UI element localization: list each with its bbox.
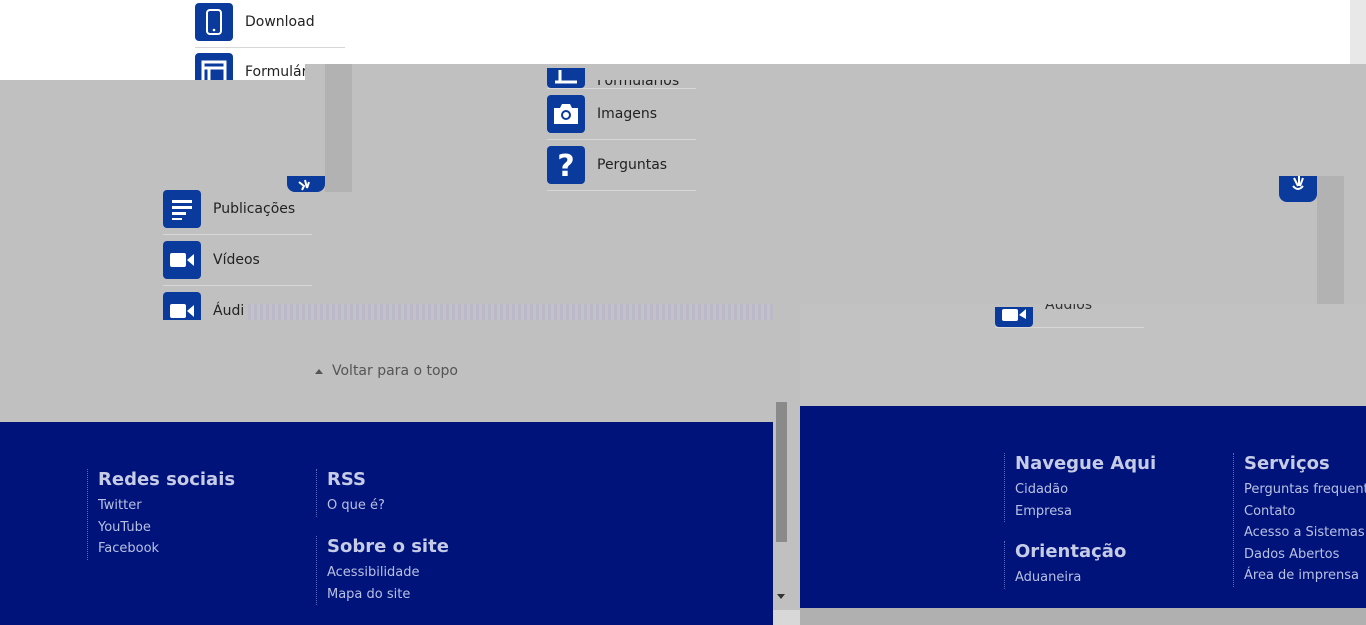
- footer-link-empresa[interactable]: Empresa: [1015, 501, 1156, 523]
- overlay-column: [325, 64, 352, 192]
- glitch-stripe: [248, 304, 773, 320]
- menu-item-download[interactable]: Download: [195, 0, 345, 48]
- footer-link-acessibilidade[interactable]: Acessibilidade: [327, 562, 449, 584]
- footer-left: Redes sociais Twitter YouTube Facebook R…: [0, 422, 773, 625]
- footer-link-facebook[interactable]: Facebook: [98, 538, 235, 560]
- menu-item-label: Publicações: [213, 201, 296, 217]
- footer-link-perguntas-frequentes[interactable]: Perguntas frequentes: [1244, 479, 1366, 501]
- bottom-strip: [800, 608, 1366, 625]
- footer-orientacao: Orientação Aduaneira: [1004, 541, 1126, 589]
- back-to-top-bar: Voltar para o topo: [0, 320, 773, 422]
- bottom-strip-corner: [773, 610, 800, 625]
- overlay-column-right: [1317, 176, 1344, 304]
- footer-link-o-que-e[interactable]: O que é?: [327, 495, 385, 517]
- footer-rss: RSS O que é?: [316, 469, 385, 517]
- document-icon: [163, 190, 201, 228]
- footer-link-cidadao[interactable]: Cidadão: [1015, 479, 1156, 501]
- footer-heading: Sobre o site: [327, 536, 449, 557]
- footer-sobre-o-site: Sobre o site Acessibilidade Mapa do site: [316, 536, 449, 605]
- menu-item-label: Formulários: [597, 80, 680, 88]
- svg-text:?: ?: [557, 150, 574, 180]
- footer-heading: Serviços: [1244, 453, 1330, 474]
- footer-heading: Navegue Aqui: [1015, 453, 1157, 474]
- menu-item-label: Vídeos: [213, 252, 260, 268]
- form-icon: [547, 68, 585, 88]
- accessibility-badge-icon[interactable]: [1279, 176, 1317, 202]
- right-edge-strip: [1350, 0, 1366, 64]
- menu-item-label: Áudi: [213, 303, 245, 319]
- menu-item-label: Download: [245, 14, 315, 30]
- footer-link-dados-abertos[interactable]: Dados Abertos: [1244, 544, 1366, 566]
- footer-link-acesso-sistemas[interactable]: Acesso a Sistemas: [1244, 522, 1366, 544]
- menu-item-label: Formulár: [245, 64, 305, 80]
- tablet-icon: [195, 3, 233, 41]
- menu-item-videos[interactable]: Vídeos: [163, 235, 312, 286]
- menu-item-publicacoes[interactable]: Publicações: [163, 184, 312, 235]
- menu-item-audios[interactable]: Áudios: [995, 304, 1144, 328]
- footer-heading: Redes sociais: [98, 469, 236, 490]
- form-icon: [195, 53, 233, 80]
- footer-link-mapa-do-site[interactable]: Mapa do site: [327, 584, 449, 606]
- menu-item-imagens[interactable]: Imagens: [547, 89, 696, 140]
- scrollbar-thumb[interactable]: [776, 402, 787, 542]
- menu-item-audios-left[interactable]: Áudi: [163, 286, 253, 320]
- footer-servicos: Serviços Perguntas frequentes Contato Ac…: [1233, 453, 1366, 587]
- footer-heading: Orientação: [1015, 541, 1127, 562]
- back-to-top-link[interactable]: Voltar para o topo: [332, 363, 458, 379]
- footer-link-youtube[interactable]: YouTube: [98, 517, 235, 539]
- footer-link-contato[interactable]: Contato: [1244, 501, 1366, 523]
- video-icon: [163, 241, 201, 279]
- audio-icon: [163, 292, 201, 320]
- menu-item-formularios-top[interactable]: Formulár: [195, 48, 305, 80]
- menu-item-label: Áudios: [1045, 304, 1093, 313]
- footer-link-aduaneira[interactable]: Aduaneira: [1015, 567, 1126, 589]
- menu-item-perguntas[interactable]: ? Perguntas: [547, 140, 696, 191]
- scroll-down-icon[interactable]: [777, 594, 785, 599]
- footer-navegue-aqui: Navegue Aqui Cidadão Empresa: [1004, 453, 1156, 522]
- footer-redes-sociais: Redes sociais Twitter YouTube Facebook: [87, 469, 235, 560]
- menu-item-label: Imagens: [597, 106, 658, 122]
- chevron-up-icon: [315, 368, 323, 374]
- footer-link-twitter[interactable]: Twitter: [98, 495, 235, 517]
- footer-right: Navegue Aqui Cidadão Empresa Orientação …: [800, 406, 1366, 608]
- menu-item-label: Perguntas: [597, 157, 668, 173]
- question-icon: ?: [547, 146, 585, 184]
- footer-link-area-imprensa[interactable]: Área de imprensa: [1244, 565, 1366, 587]
- menu-item-formularios[interactable]: Formulários: [547, 64, 696, 89]
- audio-icon: [995, 307, 1033, 327]
- footer-heading: RSS: [327, 469, 366, 490]
- camera-icon: [547, 95, 585, 133]
